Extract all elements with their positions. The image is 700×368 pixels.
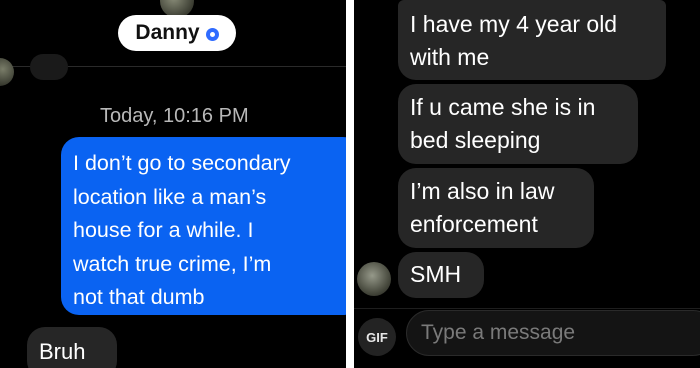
message-line: not that dumb bbox=[73, 285, 205, 309]
incoming-message-bubble[interactable]: If u came she is in bed sleeping bbox=[398, 84, 638, 164]
sender-avatar bbox=[0, 58, 14, 86]
composer-divider bbox=[354, 308, 700, 309]
message-line: house for a while. I bbox=[73, 218, 254, 242]
sender-avatar[interactable] bbox=[357, 262, 391, 296]
message-line: I’m also in law bbox=[410, 178, 555, 204]
message-line: If u came she is in bbox=[410, 94, 596, 120]
message-line: I have my 4 year old bbox=[410, 11, 618, 37]
message-line: SMH bbox=[410, 261, 462, 287]
gif-button[interactable]: GIF bbox=[358, 318, 396, 356]
contact-name: Danny bbox=[135, 21, 200, 44]
contact-name-pill[interactable]: Danny bbox=[118, 15, 236, 51]
message-line: with me bbox=[410, 44, 490, 70]
incoming-message-bubble[interactable]: SMH bbox=[398, 252, 484, 298]
message-input[interactable]: Type a message bbox=[406, 310, 700, 356]
conversation-panel-right: I have my 4 year old with me If u came s… bbox=[354, 0, 700, 368]
incoming-message-bubble[interactable]: I’m also in law enforcement bbox=[398, 168, 594, 248]
outgoing-message-bubble[interactable]: I don’t go to secondary location like a … bbox=[61, 137, 346, 315]
message-line: bed sleeping bbox=[410, 127, 541, 153]
incoming-message-bubble[interactable]: Bruh bbox=[27, 327, 117, 368]
message-line: location like a man’s bbox=[73, 184, 267, 209]
message-timestamp: Today, 10:16 PM bbox=[100, 105, 249, 127]
message-text: Bruh bbox=[39, 339, 86, 364]
verified-badge-icon bbox=[205, 28, 219, 41]
message-line: enforcement bbox=[410, 211, 538, 237]
reaction-pill[interactable] bbox=[30, 54, 68, 80]
incoming-message-bubble[interactable]: I have my 4 year old with me bbox=[398, 0, 666, 80]
message-line: watch true crime, I’m bbox=[73, 251, 272, 276]
message-line: I don’t go to secondary bbox=[73, 151, 291, 175]
conversation-panel-left: Danny Today, 10:16 PM I don’t go to seco… bbox=[0, 0, 346, 368]
